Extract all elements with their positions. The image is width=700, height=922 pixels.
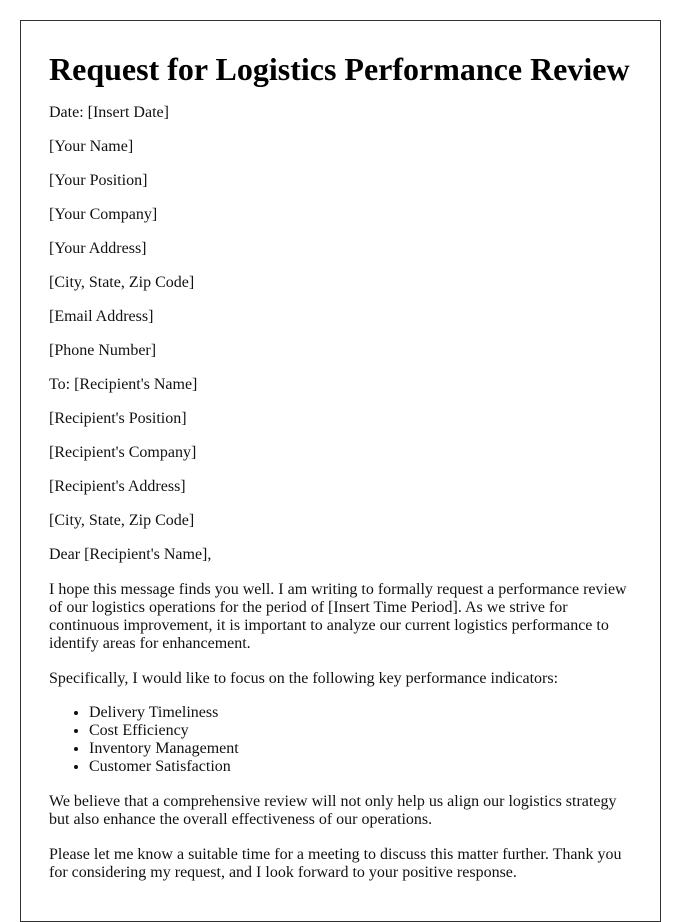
recipient-address: [Recipient's Address] <box>49 478 186 495</box>
recipient-position: [Recipient's Position] <box>49 410 187 427</box>
date-line: Date: [Insert Date] <box>49 104 169 121</box>
kpi-intro-paragraph: Specifically, I would like to focus on t… <box>49 670 559 687</box>
salutation: Dear [Recipient's Name], <box>49 546 212 563</box>
sender-block: [Your Name] [Your Position] [Your Compan… <box>49 138 632 360</box>
recipient-city-state-zip: [City, State, Zip Code] <box>49 512 195 529</box>
sender-email: [Email Address] <box>49 308 154 325</box>
recipient-company: [Recipient's Company] <box>49 444 197 461</box>
intro-paragraph: I hope this message finds you well. I am… <box>49 581 627 652</box>
letter-title: Request for Logistics Performance Review <box>49 51 630 87</box>
closing-paragraph: Please let me know a suitable time for a… <box>49 846 622 881</box>
sender-position: [Your Position] <box>49 172 148 189</box>
kpi-item: Customer Satisfaction <box>89 758 632 776</box>
kpi-item: Inventory Management <box>89 740 632 758</box>
sender-company: [Your Company] <box>49 206 158 223</box>
belief-paragraph: We believe that a comprehensive review w… <box>49 793 617 828</box>
letter-document: Request for Logistics Performance Review… <box>20 20 661 922</box>
kpi-item: Delivery Timeliness <box>89 704 632 722</box>
kpi-list: Delivery Timeliness Cost Efficiency Inve… <box>49 704 632 776</box>
kpi-item: Cost Efficiency <box>89 722 632 740</box>
recipient-block: To: [Recipient's Name] [Recipient's Posi… <box>49 376 632 530</box>
recipient-name: To: [Recipient's Name] <box>49 376 198 393</box>
sender-city-state-zip: [City, State, Zip Code] <box>49 274 195 291</box>
sender-phone: [Phone Number] <box>49 342 157 359</box>
sender-address: [Your Address] <box>49 240 147 257</box>
sender-name: [Your Name] <box>49 138 134 155</box>
